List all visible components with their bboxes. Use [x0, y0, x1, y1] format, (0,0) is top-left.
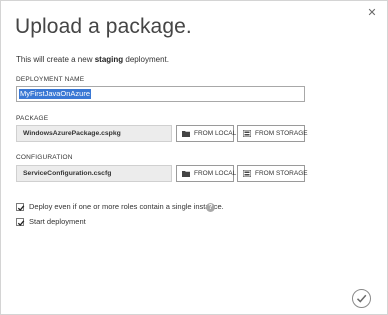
package-from-storage-button[interactable]: FROM STORAGE: [237, 125, 308, 142]
configuration-from-local-button[interactable]: FROM LOCAL: [176, 165, 237, 182]
folder-icon: [182, 131, 190, 137]
from-local-label: FROM LOCAL: [194, 170, 237, 177]
help-icon[interactable]: ?: [206, 203, 215, 212]
close-icon[interactable]: ✕: [366, 7, 378, 19]
checkmark-icon: [17, 205, 25, 211]
package-file-field: WindowsAzurePackage.cspkg: [16, 125, 172, 142]
subtitle-bold: staging: [94, 55, 124, 64]
subtitle-prefix: This will create a new: [16, 55, 95, 64]
checkmark-icon: [356, 294, 367, 303]
deploy-single-instance-label: Deploy even if one or more roles contain…: [29, 202, 224, 211]
configuration-label: CONFIGURATION: [16, 154, 73, 161]
folder-icon: [182, 171, 190, 177]
ok-button[interactable]: [352, 289, 371, 308]
from-storage-label: FROM STORAGE: [255, 170, 308, 177]
package-label: PACKAGE: [16, 115, 49, 122]
package-from-local-button[interactable]: FROM LOCAL: [176, 125, 237, 142]
deployment-name-label: DEPLOYMENT NAME: [16, 76, 85, 83]
start-deployment-checkbox[interactable]: [16, 218, 25, 226]
subtitle-suffix: deployment.: [123, 55, 169, 64]
upload-package-dialog: ✕ Upload a package. This will create a n…: [0, 0, 388, 315]
configuration-from-storage-button[interactable]: FROM STORAGE: [237, 165, 308, 182]
deployment-name-input[interactable]: MyFirstJavaOnAzure: [16, 86, 305, 102]
from-storage-label: FROM STORAGE: [255, 130, 308, 137]
dialog-subtitle: This will create a new staging deploymen…: [16, 55, 169, 64]
from-local-label: FROM LOCAL: [194, 130, 237, 137]
configuration-file-field: ServiceConfiguration.cscfg: [16, 165, 172, 182]
checkmark-icon: [17, 220, 25, 226]
storage-icon: [243, 130, 251, 137]
deployment-name-value: MyFirstJavaOnAzure: [19, 89, 92, 99]
dialog-title: Upload a package.: [15, 15, 192, 38]
start-deployment-label: Start deployment: [29, 217, 86, 226]
deploy-single-instance-checkbox[interactable]: [16, 203, 25, 211]
storage-icon: [243, 170, 251, 177]
